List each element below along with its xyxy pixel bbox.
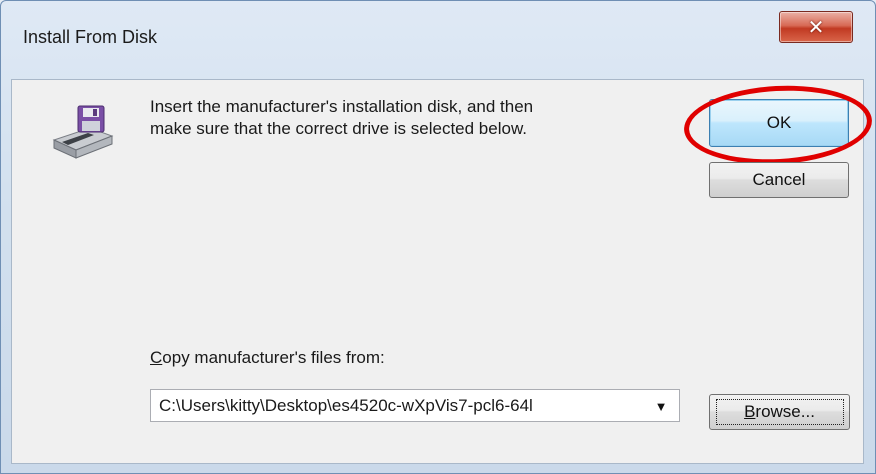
source-path-value[interactable]: C:\Users\kitty\Desktop\es4520c-wXpVis7-p… (159, 396, 637, 416)
title-bar[interactable]: Install From Disk ✕ (1, 1, 875, 79)
ok-button-label: OK (766, 113, 792, 132)
install-from-disk-dialog: Install From Disk ✕ Insert the manufactu… (0, 0, 876, 474)
instruction-text: Insert the manufacturer's installation d… (150, 96, 670, 140)
ok-button[interactable]: OK (709, 99, 849, 147)
instruction-line-2: make sure that the correct drive is sele… (150, 119, 528, 138)
browse-label-accesskey: B (744, 402, 756, 421)
close-button[interactable]: ✕ (779, 11, 853, 43)
browse-button[interactable]: Browse... (709, 394, 850, 430)
browse-label-rest: rowse... (755, 402, 815, 421)
close-icon: ✕ (807, 16, 825, 39)
cancel-button[interactable]: Cancel (709, 162, 849, 198)
window-title: Install From Disk (23, 27, 158, 47)
instruction-line-1: Insert the manufacturer's installation d… (150, 97, 534, 116)
cancel-button-label: Cancel (752, 170, 806, 189)
dialog-body: Insert the manufacturer's installation d… (11, 79, 874, 464)
copy-from-label-accesskey: C (150, 348, 163, 367)
browse-focus-rect: Browse... (715, 399, 844, 425)
source-path-combobox[interactable]: C:\Users\kitty\Desktop\es4520c-wXpVis7-p… (150, 389, 680, 422)
floppy-disk-drive-icon (52, 105, 114, 159)
copy-from-label-rest: opy manufacturer's files from: (162, 348, 385, 367)
copy-from-label: Copy manufacturer's files from: (150, 348, 385, 368)
chevron-down-icon[interactable]: ▼ (649, 397, 673, 415)
